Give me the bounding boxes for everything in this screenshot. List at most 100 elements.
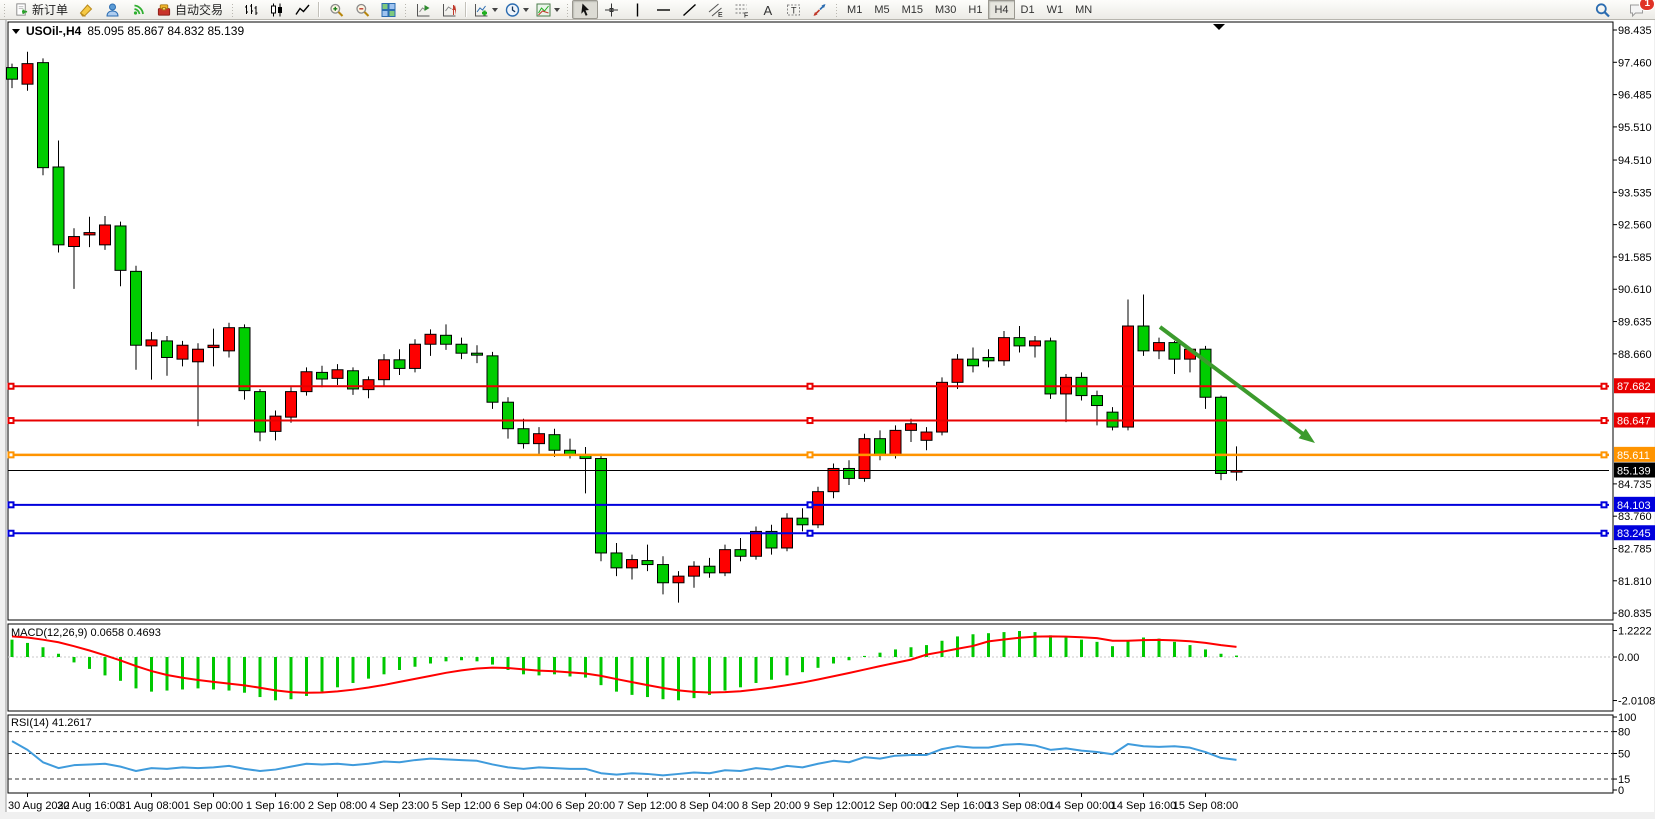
equidistant-channel-button[interactable]: E	[702, 0, 728, 19]
candle	[1030, 341, 1041, 346]
line-drag-marker-center	[10, 385, 13, 388]
candle	[84, 233, 95, 235]
timeframe-m5-button[interactable]: M5	[868, 0, 895, 19]
main-toolbar: 新订单 自动交易 EFA T M1M5M15M30H1H4D1W1MN 1	[0, 0, 1655, 20]
time-axis-label: 8 Sep 04:00	[680, 800, 739, 812]
equidistant-channel-icon: E	[707, 2, 724, 18]
timeframe-mn-button[interactable]: MN	[1069, 0, 1098, 19]
candle	[503, 402, 514, 429]
cursor-button[interactable]	[572, 0, 598, 19]
new-order-button[interactable]: 新订单	[9, 0, 73, 19]
notification-badge: 1	[1639, 0, 1655, 11]
svg-text:T: T	[791, 5, 797, 15]
auto-trading-button[interactable]: 自动交易	[151, 0, 228, 19]
tile-windows-button[interactable]	[375, 0, 401, 19]
macd-axis-tick: 1.2222	[1618, 626, 1652, 638]
macd-axis-tick: 0.00	[1618, 652, 1639, 664]
mql-community-icon	[104, 2, 121, 18]
templates-icon	[535, 2, 552, 18]
vertical-line-button[interactable]	[624, 0, 650, 19]
rsi-axis-tick: 50	[1618, 749, 1630, 761]
zoom-in-button[interactable]	[323, 0, 349, 19]
trendline-button[interactable]	[676, 0, 702, 19]
price-axis-tick: 90.610	[1618, 284, 1652, 296]
candle	[38, 63, 49, 168]
dropdown-caret-icon[interactable]	[523, 8, 529, 12]
chart-shift-icon	[441, 2, 458, 18]
line-drag-marker-center	[10, 453, 13, 456]
fibonacci-icon: F	[733, 2, 750, 18]
line-drag-marker-center	[10, 532, 13, 535]
time-axis-label: 14 Sep 16:00	[1111, 800, 1176, 812]
toolbar-grip[interactable]	[834, 3, 839, 17]
timeframe-h4-button[interactable]: H4	[988, 0, 1014, 19]
mt4-window: 新订单 自动交易 EFA T M1M5M15M30H1H4D1W1MN 1 98.…	[0, 0, 1655, 819]
timeframe-w1-button[interactable]: W1	[1041, 0, 1070, 19]
text-label-button[interactable]: T	[780, 0, 806, 19]
candle	[410, 344, 421, 368]
toolbar-grip[interactable]	[565, 3, 570, 17]
candle	[968, 359, 979, 366]
bar-chart-button[interactable]	[237, 0, 263, 19]
crosshair-button[interactable]	[598, 0, 624, 19]
chat-button[interactable]: 1	[1623, 0, 1649, 19]
templates-button[interactable]	[532, 0, 563, 19]
candle	[193, 349, 204, 362]
candle	[208, 345, 219, 347]
timeframe-m15-button[interactable]: M15	[896, 0, 929, 19]
tile-windows-icon	[380, 2, 397, 18]
candle	[534, 434, 545, 444]
candle	[1014, 338, 1025, 346]
toolbar-grip[interactable]	[2, 3, 7, 17]
candle	[115, 226, 126, 270]
time-axis-label: 12 Sep 00:00	[863, 800, 928, 812]
candle	[255, 392, 266, 432]
scroll-to-end-button[interactable]	[410, 0, 436, 19]
crayon-button[interactable]	[73, 0, 99, 19]
mql-community-button[interactable]	[99, 0, 125, 19]
time-axis-label: 5 Sep 12:00	[432, 800, 491, 812]
candle	[332, 370, 343, 379]
candle	[239, 328, 250, 391]
candle	[131, 271, 142, 345]
line-drag-marker-center	[809, 503, 812, 506]
add-indicator-button[interactable]	[470, 0, 501, 19]
arrows-button[interactable]	[806, 0, 832, 19]
candle	[828, 468, 839, 491]
timeframe-h1-button[interactable]: H1	[962, 0, 988, 19]
vertical-line-icon	[629, 2, 646, 18]
timeframe-d1-button[interactable]: D1	[1015, 0, 1041, 19]
candle	[1169, 343, 1180, 360]
candle	[224, 328, 235, 351]
price-chart-canvas[interactable]: 98.43597.46096.48595.51094.51093.53592.5…	[0, 19, 1655, 819]
dropdown-caret-icon[interactable]	[554, 8, 560, 12]
dropdown-caret-icon[interactable]	[492, 8, 498, 12]
timeframe-m1-button[interactable]: M1	[841, 0, 868, 19]
candle	[627, 560, 638, 568]
new-order-label: 新订单	[32, 1, 68, 18]
line-chart-icon	[294, 2, 311, 18]
chart-shift-button[interactable]	[436, 0, 462, 19]
periods-clock-button[interactable]	[501, 0, 532, 19]
candle	[704, 566, 715, 573]
fibonacci-button[interactable]: F	[728, 0, 754, 19]
search-button[interactable]	[1589, 0, 1615, 19]
toolbar-grip[interactable]	[230, 3, 235, 17]
candle	[456, 344, 467, 353]
line-chart-button[interactable]	[289, 0, 315, 19]
candle	[813, 492, 824, 525]
candle	[875, 439, 886, 456]
candle	[751, 531, 762, 556]
horizontal-line-button[interactable]	[650, 0, 676, 19]
time-axis-label: 13 Sep 08:00	[987, 800, 1052, 812]
signals-button[interactable]	[125, 0, 151, 19]
text-button[interactable]: A	[754, 0, 780, 19]
candlestick-chart-button[interactable]	[263, 0, 289, 19]
svg-text:A: A	[763, 3, 772, 18]
arrows-icon	[811, 2, 828, 18]
zoom-out-button[interactable]	[349, 0, 375, 19]
candle	[518, 429, 529, 444]
timeframe-m30-button[interactable]: M30	[929, 0, 962, 19]
time-axis-label: 6 Sep 04:00	[494, 800, 553, 812]
toolbar-grip[interactable]	[403, 3, 408, 17]
